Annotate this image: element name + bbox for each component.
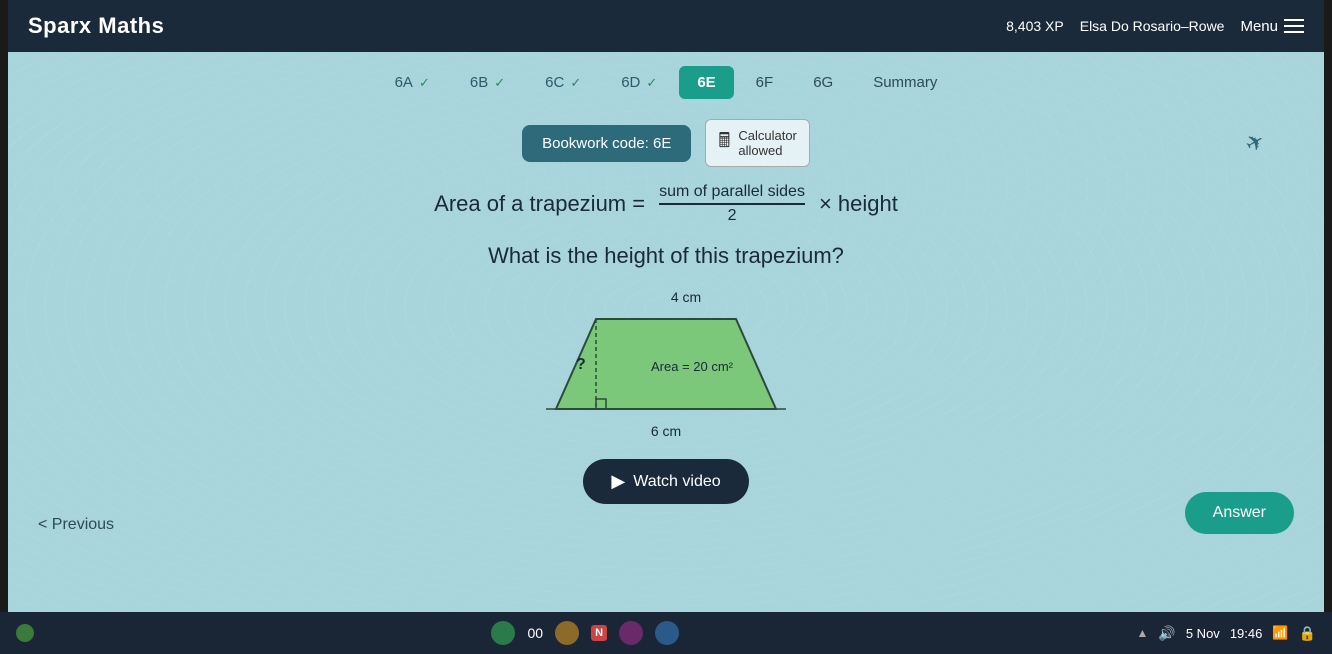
content-area: Bookwork code: 6E 🖩 Calculatorallowed Ar…: [8, 109, 1324, 514]
taskbar-center: 00 N: [491, 621, 679, 645]
xp-display: 8,403 XP: [1006, 18, 1064, 34]
taskbar-app3[interactable]: [655, 621, 679, 645]
check-icon-6D: ✓: [646, 75, 657, 91]
tab-6E[interactable]: 6E: [679, 66, 733, 99]
tab-6A-label: 6A: [395, 74, 413, 91]
hamburger-icon: [1284, 19, 1304, 33]
tab-6F[interactable]: 6F: [738, 66, 792, 99]
check-icon-6A: ✓: [419, 75, 430, 91]
taskbar-speaker-icon: 🔊: [1158, 625, 1175, 642]
tab-6C-label: 6C: [545, 74, 564, 91]
previous-label: < Previous: [38, 516, 114, 534]
app-title: Sparx Maths: [28, 13, 164, 39]
tab-6C[interactable]: 6C ✓: [527, 66, 599, 99]
top-label: 4 cm: [586, 289, 786, 305]
top-right: 8,403 XP Elsa Do Rosario–Rowe Menu: [1006, 18, 1304, 35]
tab-6E-label: 6E: [697, 74, 715, 91]
answer-label: Answer: [1213, 504, 1266, 521]
tab-6D[interactable]: 6D ✓: [603, 66, 675, 99]
menu-button[interactable]: Menu: [1240, 18, 1304, 35]
tab-6D-label: 6D: [621, 74, 640, 91]
tab-summary[interactable]: Summary: [855, 66, 955, 99]
taskbar-left: [16, 624, 34, 642]
formula-prefix: Area of a trapezium =: [434, 191, 645, 217]
tab-6G[interactable]: 6G: [795, 66, 851, 99]
formula-fraction: sum of parallel sides 2: [659, 183, 805, 225]
taskbar-triangle-icon: ▲: [1137, 626, 1149, 640]
taskbar-clock: 00: [527, 625, 543, 641]
play-icon: ▶: [611, 471, 625, 492]
taskbar-app1[interactable]: N: [591, 625, 607, 641]
tab-6A[interactable]: 6A ✓: [377, 66, 448, 99]
start-button[interactable]: [16, 624, 34, 642]
calculator-icon: 🖩: [718, 126, 730, 160]
bookwork-bar: Bookwork code: 6E 🖩 Calculatorallowed: [522, 119, 810, 167]
question-text: What is the height of this trapezium?: [488, 243, 844, 269]
formula-section: Area of a trapezium = sum of parallel si…: [434, 183, 898, 225]
taskbar-right: ▲ 🔊 5 Nov 19:46 📶 🔒: [1137, 625, 1316, 642]
top-bar: Sparx Maths 8,403 XP Elsa Do Rosario–Row…: [8, 0, 1324, 52]
formula-suffix: × height: [819, 191, 898, 217]
watch-video-label: Watch video: [633, 473, 720, 491]
svg-text:Area = 20 cm²: Area = 20 cm²: [651, 359, 734, 374]
previous-button[interactable]: < Previous: [38, 516, 114, 534]
taskbar-wifi-icon: 📶: [1272, 625, 1288, 641]
taskbar-orb[interactable]: [491, 621, 515, 645]
fraction-numerator: sum of parallel sides: [659, 183, 805, 205]
menu-label: Menu: [1240, 18, 1278, 35]
check-icon-6B: ✓: [494, 75, 505, 91]
taskbar-time: 19:46: [1230, 626, 1263, 641]
watch-video-button[interactable]: ▶ Watch video: [583, 459, 748, 504]
taskbar-app2[interactable]: [619, 621, 643, 645]
tab-6B-label: 6B: [470, 74, 488, 91]
tab-6B[interactable]: 6B ✓: [452, 66, 523, 99]
diagram-container: 4 cm ? Area = 20 cm² 6 cm: [546, 289, 786, 439]
taskbar: 00 N ▲ 🔊 5 Nov 19:46 📶 🔒: [0, 612, 1332, 654]
formula-display: Area of a trapezium = sum of parallel si…: [434, 183, 898, 225]
taskbar-date: 5 Nov: [1186, 626, 1220, 641]
taskbar-avatar[interactable]: [555, 621, 579, 645]
calculator-badge: 🖩 Calculatorallowed: [705, 119, 810, 167]
bookwork-code-box: Bookwork code: 6E: [522, 125, 691, 162]
answer-button[interactable]: Answer: [1185, 492, 1294, 534]
bottom-label: 6 cm: [546, 423, 786, 439]
tab-navigation: 6A ✓ 6B ✓ 6C ✓ 6D ✓ 6E 6F 6G Summary: [8, 52, 1324, 109]
trapezium-diagram: ? Area = 20 cm²: [546, 309, 786, 419]
check-icon-6C: ✓: [570, 75, 581, 91]
taskbar-lock-icon: 🔒: [1299, 625, 1316, 642]
fraction-denominator: 2: [728, 205, 737, 225]
svg-text:?: ?: [576, 356, 586, 373]
calculator-line1: Calculatorallowed: [738, 128, 797, 158]
user-name: Elsa Do Rosario–Rowe: [1080, 18, 1225, 34]
